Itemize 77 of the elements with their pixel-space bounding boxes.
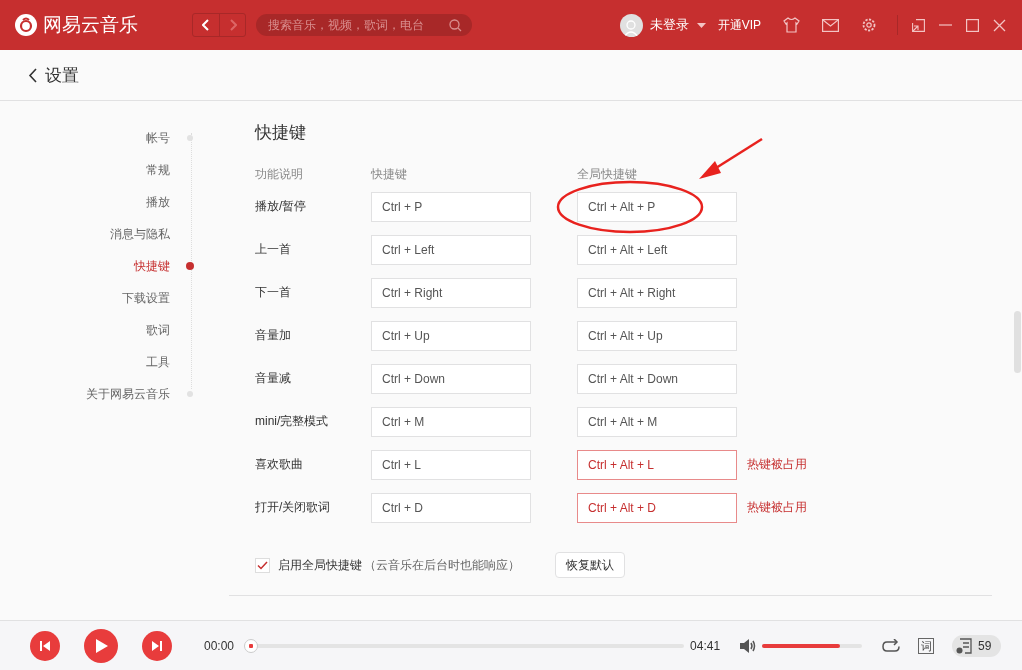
shortcut-field[interactable]: Ctrl + Down (371, 363, 531, 394)
action-label: 打开/关闭歌词 (255, 499, 332, 516)
checkbox[interactable] (255, 557, 270, 573)
repeat-icon[interactable] (882, 638, 901, 653)
back-icon[interactable] (28, 67, 37, 83)
sidebar-item[interactable]: 消息与隐私 (110, 225, 170, 243)
action-label: 下一首 (255, 284, 292, 301)
global-shortcut-field[interactable]: Ctrl + Alt + Up (577, 320, 737, 351)
shortcut-field[interactable]: Ctrl + M (371, 406, 531, 437)
play-icon[interactable] (94, 638, 108, 653)
shortcut-field[interactable]: Ctrl + P (371, 191, 531, 222)
global-shortcut-field[interactable]: Ctrl + Alt + L (577, 449, 737, 480)
global-shortcut-field[interactable]: Ctrl + Alt + D (577, 492, 737, 523)
volume-icon[interactable] (740, 638, 758, 653)
play-button[interactable] (84, 628, 118, 663)
global-shortcut-field[interactable]: Ctrl + Alt + Down (577, 363, 737, 394)
search-icon[interactable] (449, 18, 462, 32)
playlist-button[interactable]: 59 (952, 634, 1002, 657)
action-label: 喜欢歌曲 (255, 456, 304, 473)
action-label: 音量加 (255, 327, 292, 344)
logo-icon (15, 14, 37, 36)
lyrics-button[interactable]: 词 (918, 637, 935, 654)
close-icon[interactable] (993, 18, 1006, 32)
sidebar-item[interactable]: 下载设置 (122, 289, 170, 307)
shirt-icon[interactable] (783, 17, 800, 33)
sidebar-item[interactable]: 帐号 (146, 129, 170, 147)
vip-link[interactable]: 开通VIP (717, 16, 761, 34)
caret-icon[interactable] (696, 22, 706, 28)
app-name: 网易云音乐 (43, 13, 138, 37)
action-label: mini/完整模式 (255, 413, 330, 430)
avatar[interactable] (619, 13, 643, 37)
skip-back-icon[interactable] (40, 640, 50, 651)
skip-forward-icon[interactable] (152, 640, 162, 651)
shortcut-field[interactable]: Ctrl + D (371, 492, 531, 523)
global-shortcut-field[interactable]: Ctrl + Alt + Left (577, 234, 737, 265)
duration: 04:41 (690, 638, 721, 653)
checkbox-label: 启用全局快捷键 (278, 556, 362, 574)
sidebar-item[interactable]: 快捷键 (134, 257, 170, 275)
section-title: 快捷键 (255, 122, 307, 144)
previous-button[interactable] (30, 630, 60, 661)
column-header: 快捷键 (371, 166, 408, 183)
column-header: 功能说明 (255, 166, 304, 183)
sidebar-item[interactable]: 播放 (146, 193, 170, 211)
sidebar-item[interactable]: 工具 (146, 353, 170, 371)
mini-mode-icon[interactable] (912, 18, 925, 32)
shortcut-field[interactable]: Ctrl + Up (371, 320, 531, 351)
action-label: 上一首 (255, 241, 292, 258)
maximize-icon[interactable] (966, 18, 979, 32)
settings-icon[interactable] (861, 17, 877, 33)
next-button[interactable] (142, 630, 172, 661)
global-shortcut-field[interactable]: Ctrl + Alt + M (577, 406, 737, 437)
conflict-warning: 热键被占用 (747, 456, 808, 473)
global-shortcut-field[interactable]: Ctrl + Alt + Right (577, 277, 737, 308)
action-label: 播放/暂停 (255, 198, 308, 215)
sidebar-item[interactable]: 关于网易云音乐 (86, 385, 170, 403)
shortcut-field[interactable]: Ctrl + L (371, 449, 531, 480)
sidebar-item[interactable]: 歌词 (146, 321, 170, 339)
search-field[interactable]: 搜索音乐，视频，歌词，电台 (256, 14, 472, 36)
progress-thumb[interactable] (244, 638, 259, 653)
page-title: 设置 (45, 64, 79, 87)
global-shortcut-field[interactable]: Ctrl + Alt + P (577, 191, 737, 222)
playlist-icon[interactable] (956, 637, 973, 654)
column-header: 全局快捷键 (577, 166, 638, 183)
scrollbar[interactable] (1014, 311, 1021, 373)
checkbox-note: （云音乐在后台时也能响应） (364, 556, 520, 574)
elapsed-time: 00:00 (204, 638, 235, 653)
chevron-left-icon[interactable] (202, 19, 210, 31)
shortcut-field[interactable]: Ctrl + Right (371, 277, 531, 308)
sidebar-item[interactable]: 常规 (146, 161, 170, 179)
action-label: 音量减 (255, 370, 292, 387)
mail-icon[interactable] (822, 18, 839, 32)
restore-defaults-button[interactable]: 恢复默认 (555, 552, 625, 578)
volume-slider[interactable] (762, 643, 863, 648)
active-dot (186, 262, 194, 270)
conflict-warning: 热键被占用 (747, 499, 808, 516)
shortcut-field[interactable]: Ctrl + Left (371, 234, 531, 265)
login-link[interactable]: 未登录 (649, 16, 689, 34)
